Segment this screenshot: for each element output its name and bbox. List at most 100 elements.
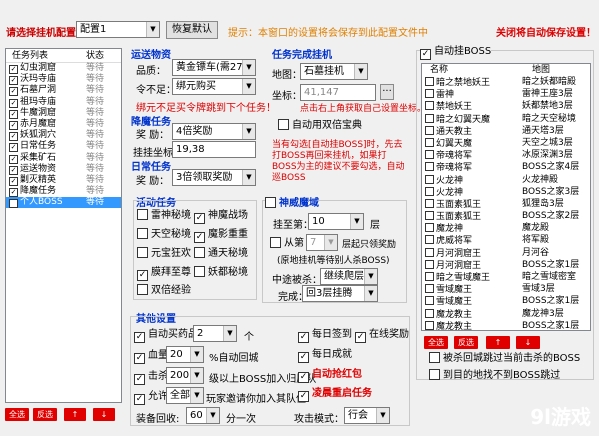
boss-row[interactable]: 幻翼天魔 天空之城3层 <box>422 137 590 150</box>
boss-row[interactable]: 雷神 雷神王座3层 <box>422 89 590 101</box>
boss-row[interactable]: 火龙神 BOSS之家3层 <box>422 186 590 199</box>
from-floor-checkbox[interactable]: 从第 <box>270 237 304 250</box>
auto-buy-select[interactable]: 2 ▼ <box>193 325 237 342</box>
task-down-button[interactable]: ↓ <box>93 408 115 421</box>
task-select-all-button[interactable]: 全选 <box>5 408 29 421</box>
boss-map: 狐狸岛3层 <box>522 198 564 209</box>
coord-input[interactable]: 41,147 <box>300 84 376 101</box>
kill-checkbox[interactable]: ✓ 击杀 <box>134 370 168 385</box>
online-checkbox[interactable]: ✓ 在线奖励 <box>355 328 409 343</box>
boss-row[interactable]: 帝魂将军 BOSS之家4层 <box>422 162 590 174</box>
boss-invert-button[interactable]: 反选 <box>454 336 478 349</box>
task-list[interactable]: 任务列表 状态 ✓ 幻虫洞窟 等待 ✓ 沃玛寺庙 等待 ✓ 石墓尸洞 等待 ✓ 祖玛寺庙 等待 ✓ 牛魔洞… <box>5 48 122 403</box>
task-row[interactable]: ✓ 采集矿石 等待 <box>6 153 121 164</box>
activity-checkbox[interactable]: 妖都秘境 <box>194 266 248 279</box>
allow-select[interactable]: 全部 ▼ <box>166 387 204 404</box>
task-row[interactable]: ✓ 运送物资 等待 <box>6 164 121 175</box>
sign-checkbox[interactable]: ✓ 每日签到 <box>298 328 352 343</box>
task-row[interactable]: ✓ 赤月魔窟 等待 <box>6 119 121 130</box>
boss-row[interactable]: 玉面素狐王 BOSS之家2层 <box>422 211 590 223</box>
boss-row[interactable]: 雪域魔王 雪域3层 <box>422 284 590 296</box>
checkbox-box <box>265 197 276 208</box>
task-invert-button[interactable]: 反选 <box>33 408 57 421</box>
boss-row[interactable]: 月河洞窟王 月河谷 <box>422 247 590 260</box>
hp-label: 血量 <box>148 350 168 361</box>
demon-coord-input[interactable]: 19,38 <box>172 141 256 158</box>
token-select[interactable]: 绑元购买 ▼ <box>172 78 256 95</box>
boss-row[interactable]: 暗之禁地妖王 暗之妖都暗殿 <box>422 77 590 89</box>
attack-select[interactable]: 行会 ▼ <box>344 407 390 424</box>
boss-select-all-button[interactable]: 全选 <box>424 336 448 349</box>
task-status: 等待 <box>86 130 105 141</box>
task-row[interactable]: ✓ 个人BOSS 等待 <box>6 197 121 209</box>
boss-row[interactable]: 魔龙教主 BOSS之家1层 <box>422 320 590 331</box>
task-row[interactable]: ✓ 剿灭精英 等待 <box>6 175 121 186</box>
coord-pick-button[interactable]: ··· <box>380 84 394 100</box>
boss-name: 雷神 <box>436 90 455 101</box>
boss-row[interactable]: 玉面素狐王 狐狸岛3层 <box>422 198 590 211</box>
activity-checkbox[interactable]: 双倍经验 <box>137 284 191 297</box>
task-status: 等待 <box>86 186 105 197</box>
achieve-checkbox[interactable]: ✓ 每日成就 <box>298 348 352 363</box>
redpack-checkbox[interactable]: ✓ 自动抢红包 <box>298 368 362 383</box>
daily-reward-select[interactable]: 3倍领取奖励 ▼ <box>172 169 256 186</box>
boss-down-button[interactable]: ↓ <box>516 336 540 349</box>
from-floor-select[interactable]: 7 ▼ <box>306 234 338 251</box>
achieve-label: 每日成就 <box>312 349 352 360</box>
skip-missing-checkbox[interactable]: 到目的地找不到BOSS跳过 <box>429 369 560 382</box>
boss-row[interactable]: 暗之雪域魔王 暗之雪域密室 <box>422 272 590 284</box>
floor-select[interactable]: 10 ▼ <box>308 213 364 230</box>
activity-checkbox[interactable]: 元宝狂欢 <box>137 247 191 260</box>
boss-row[interactable]: 禁地妖王 妖都禁地3层 <box>422 101 590 113</box>
task-row[interactable]: ✓ 降魔任务 等待 <box>6 186 121 198</box>
task-row[interactable]: ✓ 妖狐洞穴 等待 <box>6 130 121 142</box>
map-select[interactable]: 石墓挂机 ▼ <box>300 63 368 80</box>
task-row[interactable]: ✓ 祖玛寺庙 等待 <box>6 97 121 108</box>
done-select[interactable]: 回3层挂腾 ▼ <box>302 285 378 302</box>
restore-default-button[interactable]: 恢复默认 <box>166 21 218 39</box>
hp-select[interactable]: 20 ▼ <box>166 346 204 363</box>
boss-name: 虎威将军 <box>436 236 473 247</box>
allow-checkbox[interactable]: ✓ 允许 <box>134 390 168 405</box>
boss-up-button[interactable]: ↑ <box>486 336 510 349</box>
activity-checkbox[interactable]: 天空秘境 <box>137 228 191 241</box>
escape-select[interactable]: 继续爬层 ▼ <box>320 268 378 285</box>
task-row[interactable]: ✓ 沃玛寺庙 等待 <box>6 74 121 86</box>
double-book-checkbox[interactable]: 自动用双倍宝典 <box>278 119 362 132</box>
boss-row[interactable]: 月河洞窟王 BOSS之家1层 <box>422 259 590 272</box>
task-row[interactable]: ✓ 牛魔洞窟 等待 <box>6 108 121 119</box>
hp-checkbox[interactable]: ✓ 血量 <box>134 349 168 364</box>
activity-checkbox[interactable]: ✓ 神魔战场 <box>194 209 248 224</box>
auto-boss-checkbox[interactable]: ✓ 自动挂BOSS <box>420 45 492 60</box>
equip-select[interactable]: 60 ▼ <box>186 407 220 424</box>
auto-buy-checkbox[interactable]: ✓ 自动买药品 <box>134 328 198 343</box>
boss-list[interactable]: 名称 地图 暗之禁地妖王 暗之妖都暗殿 雷神 雷神王座3层 禁地妖王 妖都禁地3层 暗之幻翼… <box>421 63 591 331</box>
kill-select[interactable]: 200 ▼ <box>166 367 204 384</box>
task-row[interactable]: ✓ 日常任务 等待 <box>6 141 121 153</box>
boss-row[interactable]: 魔龙神 魔龙殿 <box>422 223 590 235</box>
config-select[interactable]: 配置1 ▼ <box>76 21 160 38</box>
boss-row[interactable]: 通天教主 通天塔3层 <box>422 125 590 138</box>
boss-map: 暗之妖都暗殿 <box>522 77 577 87</box>
boss-row[interactable]: 帝魂将军 冰原深渊3层 <box>422 150 590 162</box>
restart-checkbox[interactable]: ✓ 凌晨重启任务 <box>298 387 372 402</box>
boss-name: 魔龙教主 <box>436 321 473 331</box>
skip-killed-checkbox[interactable]: 被杀回城跳过当前击杀的BOSS <box>429 352 580 365</box>
activity-checkbox[interactable]: 雷神秘境 <box>137 209 191 222</box>
boss-row[interactable]: 雪域魔王 BOSS之家1层 <box>422 296 590 308</box>
quality-select[interactable]: 黄金镖车(需27个 ▼ <box>172 59 256 76</box>
task-up-button[interactable]: ↑ <box>64 408 86 421</box>
activity-checkbox[interactable]: ✓ 魔影重重 <box>194 228 248 243</box>
boss-row[interactable]: 魔龙教主 魔龙神3层 <box>422 308 590 321</box>
redpack-label: 自动抢红包 <box>312 369 362 380</box>
boss-row[interactable]: 暗之幻翼天魔 暗之天空秘境 <box>422 113 590 126</box>
auto-save-note: 关闭将自动保存设置！ <box>496 28 596 39</box>
boss-row[interactable]: 虎威将军 将军殿 <box>422 235 590 247</box>
tower-checkbox[interactable]: 神威魔域 <box>265 197 319 210</box>
activity-checkbox[interactable]: 通天秘境 <box>194 247 248 260</box>
demon-reward-select[interactable]: 4倍奖励 ▼ <box>172 123 256 140</box>
task-row[interactable]: ✓ 石墓尸洞 等待 <box>6 85 121 97</box>
boss-row[interactable]: 火龙神 火龙神殿 <box>422 174 590 187</box>
activity-checkbox[interactable]: ✓ 膜拜至尊 <box>137 266 191 281</box>
task-row[interactable]: ✓ 幻虫洞窟 等待 <box>6 63 121 74</box>
